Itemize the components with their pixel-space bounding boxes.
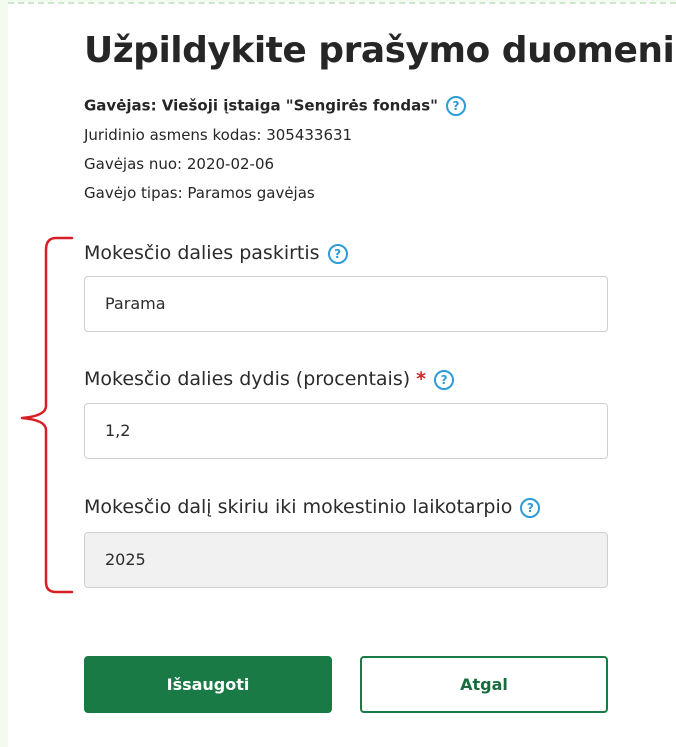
save-button[interactable]: Išsaugoti: [84, 656, 332, 713]
recipient-since: Gavėjas nuo: 2020-02-06: [84, 155, 275, 173]
question-circle-icon[interactable]: ?: [445, 96, 466, 116]
recipient-type: Gavėjo tipas: Paramos gavėjas: [84, 184, 315, 202]
period-label: Mokesčio dalį skiriu iki mokestinio laik…: [84, 496, 513, 518]
question-circle-icon[interactable]: ?: [327, 243, 348, 264]
percent-label: Mokesčio dalies dydis (procentais): [84, 368, 411, 390]
purpose-label: Mokesčio dalies paskirtis: [84, 242, 320, 264]
required-asterisk: *: [416, 368, 427, 390]
purpose-input[interactable]: Parama: [84, 276, 608, 332]
page-title: Užpildykite prašymo duomenis: [84, 30, 676, 71]
recipient-name-row: Gavėjas: Viešoji įstaiga "Sengirės fonda…: [84, 96, 466, 116]
period-label-row: Mokesčio dalį skiriu iki mokestinio laik…: [84, 496, 541, 518]
percent-label-row: Mokesčio dalies dydis (procentais) *?: [84, 368, 455, 390]
question-circle-icon[interactable]: ?: [520, 497, 541, 518]
question-circle-icon[interactable]: ?: [434, 369, 455, 390]
back-button[interactable]: Atgal: [360, 656, 608, 713]
period-input: 2025: [84, 532, 608, 588]
annotation-bracket: [20, 236, 74, 594]
percent-input[interactable]: 1,2: [84, 403, 608, 459]
recipient-code: Juridinio asmens kodas: 305433631: [84, 126, 353, 144]
recipient-name: Gavėjas: Viešoji įstaiga "Sengirės fonda…: [84, 96, 438, 115]
purpose-label-row: Mokesčio dalies paskirtis?: [84, 242, 348, 264]
